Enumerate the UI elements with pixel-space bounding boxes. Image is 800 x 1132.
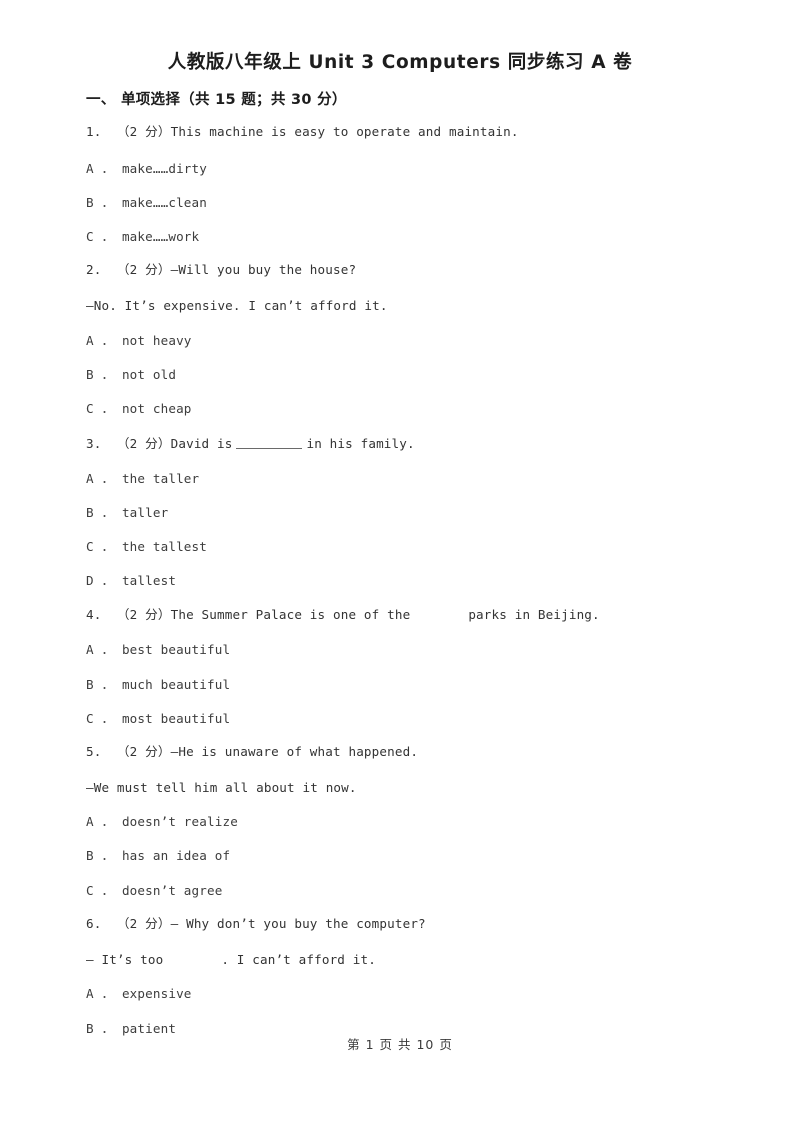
option-line: B ． has an idea of bbox=[86, 848, 231, 863]
question-3-stem-suffix: in his family. bbox=[306, 436, 415, 451]
option-line: A ． the taller bbox=[86, 471, 200, 486]
question-stem-line: —We must tell him all about it now. bbox=[86, 780, 357, 795]
option-line: A ． not heavy bbox=[86, 333, 192, 348]
option-line: C ． most beautiful bbox=[86, 711, 231, 726]
option-line: B ． taller bbox=[86, 505, 169, 520]
option-line: D ． tallest bbox=[86, 573, 177, 588]
question-stem-line: 6. （2 分）— Why don’t you buy the computer… bbox=[86, 916, 426, 931]
question-4-stem-suffix: parks in Beijing. bbox=[468, 607, 600, 622]
option-line: B ． not old bbox=[86, 367, 177, 382]
question-4-stem-prefix: 4. （2 分）The Summer Palace is one of the bbox=[86, 607, 411, 622]
question-3-stem: 3. （2 分）David is in his family. bbox=[86, 436, 415, 452]
option-line: A ． make……dirty bbox=[86, 161, 207, 176]
option-line: C ． doesn’t agree bbox=[86, 883, 223, 898]
option-line: A ． expensive bbox=[86, 986, 192, 1001]
option-line: C ． the tallest bbox=[86, 539, 207, 554]
question-4-stem: 4. （2 分）The Summer Palace is one of the p… bbox=[86, 607, 600, 623]
question-3-blank bbox=[236, 437, 303, 449]
page-title: 人教版八年级上 Unit 3 Computers 同步练习 A 卷 bbox=[167, 52, 633, 73]
question-6-reply-prefix: — It’s too bbox=[86, 952, 164, 967]
option-line: A ． best beautiful bbox=[86, 642, 231, 657]
question-3-stem-prefix: 3. （2 分）David is bbox=[86, 436, 233, 451]
question-stem-line: 5. （2 分）—He is unaware of what happened. bbox=[86, 744, 419, 759]
option-line: C ． not cheap bbox=[86, 401, 192, 416]
question-stem-line: 2. （2 分）—Will you buy the house? bbox=[86, 262, 357, 277]
option-line: B ． make……clean bbox=[86, 195, 207, 210]
question-6-reply-suffix: . I can’t afford it. bbox=[221, 952, 376, 967]
option-line: B ． much beautiful bbox=[86, 677, 231, 692]
section-heading-multiple-choice: 一、 单项选择（共 15 题；共 30 分） bbox=[86, 92, 347, 108]
page-footer: 第 1 页 共 10 页 bbox=[347, 1037, 453, 1052]
question-6-reply: — It’s too . I can’t afford it. bbox=[86, 952, 376, 968]
question-stem-line: 1. （2 分）This machine is easy to operate … bbox=[86, 124, 519, 139]
exam-page: 人教版八年级上 Unit 3 Computers 同步练习 A 卷 一、 单项选… bbox=[0, 0, 800, 1132]
option-line: C ． make……work bbox=[86, 229, 200, 244]
question-stem-line: —No. It’s expensive. I can’t afford it. bbox=[86, 298, 388, 313]
option-line: A ． doesn’t realize bbox=[86, 814, 238, 829]
